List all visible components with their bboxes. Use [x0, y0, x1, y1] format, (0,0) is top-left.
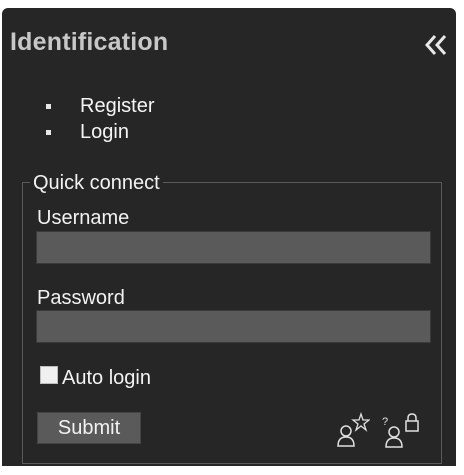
lost-password-icon[interactable]: ? — [380, 412, 422, 448]
identification-links: Register Login — [42, 93, 154, 145]
auto-login-label: Auto login — [62, 367, 151, 389]
register-link[interactable]: Register — [80, 95, 154, 117]
password-input[interactable] — [36, 310, 431, 343]
bullet-icon — [46, 130, 51, 135]
panel-title: Identification — [10, 28, 169, 56]
register-user-icon[interactable] — [334, 412, 370, 448]
login-link[interactable]: Login — [80, 121, 129, 143]
username-input[interactable] — [36, 231, 431, 264]
list-item: Login — [42, 119, 154, 145]
auto-login-checkbox[interactable] — [40, 366, 58, 384]
bullet-icon — [46, 104, 51, 109]
list-item: Register — [42, 93, 154, 119]
password-label: Password — [37, 287, 125, 309]
svg-text:?: ? — [382, 416, 388, 428]
identification-panel: Identification Register Login Quick conn… — [2, 8, 456, 466]
submit-button[interactable]: Submit — [37, 412, 141, 444]
double-chevron-left-icon[interactable] — [424, 34, 448, 56]
username-label: Username — [37, 207, 130, 229]
quick-connect-legend: Quick connect — [30, 172, 163, 194]
